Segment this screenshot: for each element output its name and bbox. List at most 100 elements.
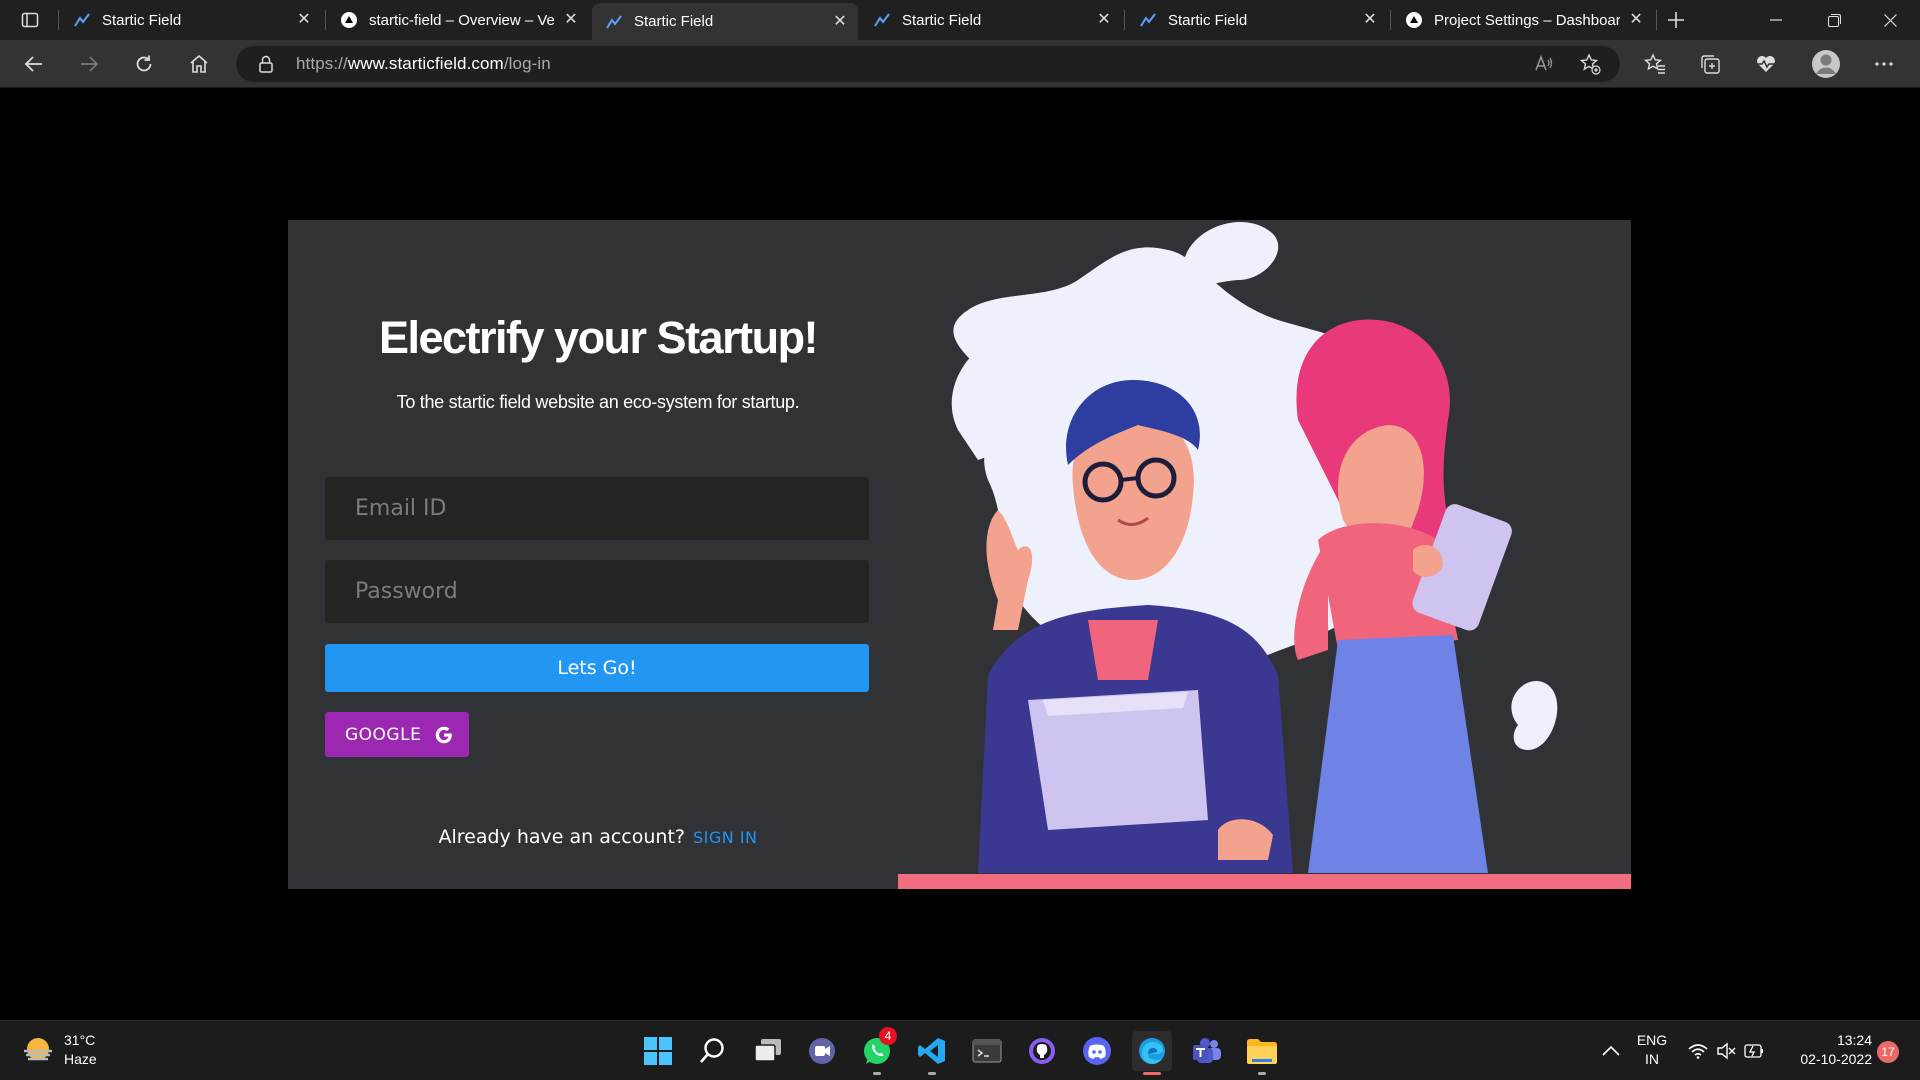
lets-go-button[interactable]: Lets Go! bbox=[325, 644, 869, 692]
tab-close-icon[interactable]: ✕ bbox=[1096, 12, 1112, 28]
tab-separator bbox=[1656, 10, 1657, 30]
github-desktop-button[interactable] bbox=[1022, 1031, 1062, 1071]
browser-toolbar: https://www.starticfield.com/log-in bbox=[0, 40, 1920, 88]
startup-illustration bbox=[898, 222, 1631, 889]
read-aloud-button[interactable] bbox=[1526, 46, 1562, 82]
startic-logo-icon bbox=[74, 12, 90, 28]
lock-icon bbox=[259, 55, 273, 73]
avatar-icon bbox=[1812, 50, 1840, 78]
page-title: Electrify your Startup! bbox=[378, 312, 819, 363]
new-tab-button[interactable] bbox=[1658, 2, 1694, 38]
password-input[interactable] bbox=[325, 560, 869, 623]
tab-4[interactable]: Startic Field ✕ bbox=[1126, 3, 1388, 37]
tab-title: Startic Field bbox=[102, 11, 182, 29]
forward-button[interactable] bbox=[71, 46, 107, 82]
tab-separator bbox=[1124, 10, 1125, 30]
tab-close-icon[interactable]: ✕ bbox=[1628, 12, 1644, 28]
whatsapp-button[interactable]: 4 bbox=[857, 1027, 897, 1075]
region-code: IN bbox=[1645, 1051, 1659, 1067]
signin-link[interactable]: SIGN IN bbox=[693, 828, 758, 847]
favorites-icon bbox=[1644, 53, 1665, 74]
url-text[interactable]: https://www.starticfield.com/log-in bbox=[296, 54, 551, 74]
teams-button[interactable] bbox=[1187, 1031, 1227, 1071]
restore-icon bbox=[1827, 13, 1841, 27]
startic-logo-icon bbox=[874, 12, 890, 28]
arrow-right-icon bbox=[81, 56, 99, 72]
already-text: Already have an account? bbox=[438, 826, 685, 848]
clock[interactable]: 13:24 02-10-2022 bbox=[1786, 1031, 1872, 1069]
clock-time: 13:24 bbox=[1836, 1032, 1872, 1048]
edge-icon bbox=[1139, 1038, 1165, 1064]
plus-icon bbox=[1668, 12, 1684, 28]
discord-button[interactable] bbox=[1077, 1031, 1117, 1071]
tab-5[interactable]: Project Settings – Dashboar ✕ bbox=[1392, 3, 1654, 37]
tab-close-icon[interactable]: ✕ bbox=[1362, 12, 1378, 28]
tab-close-icon[interactable]: ✕ bbox=[296, 12, 312, 28]
tab-separator bbox=[58, 10, 59, 30]
network-volume-battery-group[interactable] bbox=[1686, 1031, 1766, 1071]
refresh-button[interactable] bbox=[126, 46, 162, 82]
heart-pulse-icon bbox=[1757, 56, 1775, 72]
add-favorite-button[interactable] bbox=[1572, 46, 1608, 82]
tab-close-icon[interactable]: ✕ bbox=[832, 13, 848, 30]
browser-essentials-button[interactable] bbox=[1748, 46, 1784, 82]
arrow-left-icon bbox=[24, 56, 42, 72]
woman-figure bbox=[1294, 319, 1512, 873]
home-button[interactable] bbox=[181, 46, 217, 82]
tab-1[interactable]: startic-field – Overview – Ve ✕ bbox=[327, 3, 589, 37]
settings-menu-button[interactable] bbox=[1866, 46, 1902, 82]
whatsapp-unread-badge: 4 bbox=[879, 1027, 897, 1045]
show-hidden-icons-button[interactable] bbox=[1591, 1031, 1631, 1071]
email-input[interactable] bbox=[325, 477, 869, 540]
terminal-icon bbox=[972, 1039, 1002, 1063]
profile-button[interactable] bbox=[1808, 46, 1844, 82]
vercel-triangle-icon bbox=[1406, 12, 1422, 28]
restore-button[interactable] bbox=[1806, 0, 1862, 40]
windows-logo-icon bbox=[644, 1037, 672, 1065]
vscode-icon bbox=[918, 1038, 945, 1064]
minimize-icon bbox=[1770, 19, 1782, 21]
url-prefix: https:// bbox=[296, 54, 348, 73]
tab-actions-button[interactable] bbox=[12, 2, 48, 38]
running-indicator bbox=[873, 1072, 881, 1075]
start-button[interactable] bbox=[638, 1031, 678, 1071]
signin-prompt: Already have an account? SIGN IN bbox=[288, 826, 908, 848]
tab-separator bbox=[1390, 10, 1391, 30]
back-button[interactable] bbox=[16, 46, 52, 82]
favorites-button[interactable] bbox=[1637, 46, 1673, 82]
vscode-button[interactable] bbox=[912, 1031, 952, 1075]
tab-separator bbox=[325, 10, 326, 30]
address-bar[interactable]: https://www.starticfield.com/log-in bbox=[236, 46, 1620, 82]
tab-title: Startic Field bbox=[634, 13, 714, 30]
notification-count-badge[interactable]: 17 bbox=[1877, 1041, 1899, 1063]
tab-close-icon[interactable]: ✕ bbox=[563, 12, 579, 28]
collections-button[interactable] bbox=[1692, 46, 1728, 82]
edge-button[interactable] bbox=[1132, 1031, 1172, 1075]
language-indicator[interactable]: ENG IN bbox=[1630, 1031, 1674, 1069]
weather-widget[interactable]: 31°C Haze bbox=[22, 1031, 97, 1069]
task-view-icon bbox=[754, 1039, 781, 1062]
teams-chat-button[interactable] bbox=[802, 1031, 842, 1071]
close-icon bbox=[1883, 13, 1897, 27]
tab-actions-icon bbox=[21, 12, 39, 28]
tab-3[interactable]: Startic Field ✕ bbox=[860, 3, 1122, 37]
language-code: ENG bbox=[1636, 1032, 1668, 1048]
more-dots-icon bbox=[1875, 62, 1893, 66]
url-path: /log-in bbox=[503, 54, 551, 73]
taskbar-search-button[interactable] bbox=[692, 1031, 732, 1071]
volume-muted-icon bbox=[1717, 1042, 1736, 1060]
url-host: www.starticfield.com bbox=[347, 54, 504, 73]
tab-0[interactable]: Startic Field ✕ bbox=[60, 3, 322, 37]
google-signin-button[interactable]: GOOGLE bbox=[325, 712, 469, 757]
close-window-button[interactable] bbox=[1862, 0, 1918, 40]
password-field[interactable] bbox=[325, 560, 869, 623]
vercel-triangle-icon bbox=[341, 12, 357, 28]
file-explorer-button[interactable] bbox=[1242, 1031, 1282, 1075]
task-view-button[interactable] bbox=[748, 1031, 788, 1071]
login-card: Electrify your Startup! To the startic f… bbox=[288, 220, 1631, 889]
tab-title: startic-field – Overview – Ve bbox=[369, 11, 555, 29]
terminal-button[interactable] bbox=[967, 1031, 1007, 1071]
email-field[interactable] bbox=[325, 477, 869, 540]
tab-2-active[interactable]: Startic Field ✕ bbox=[592, 3, 858, 40]
minimize-button[interactable] bbox=[1748, 0, 1804, 40]
